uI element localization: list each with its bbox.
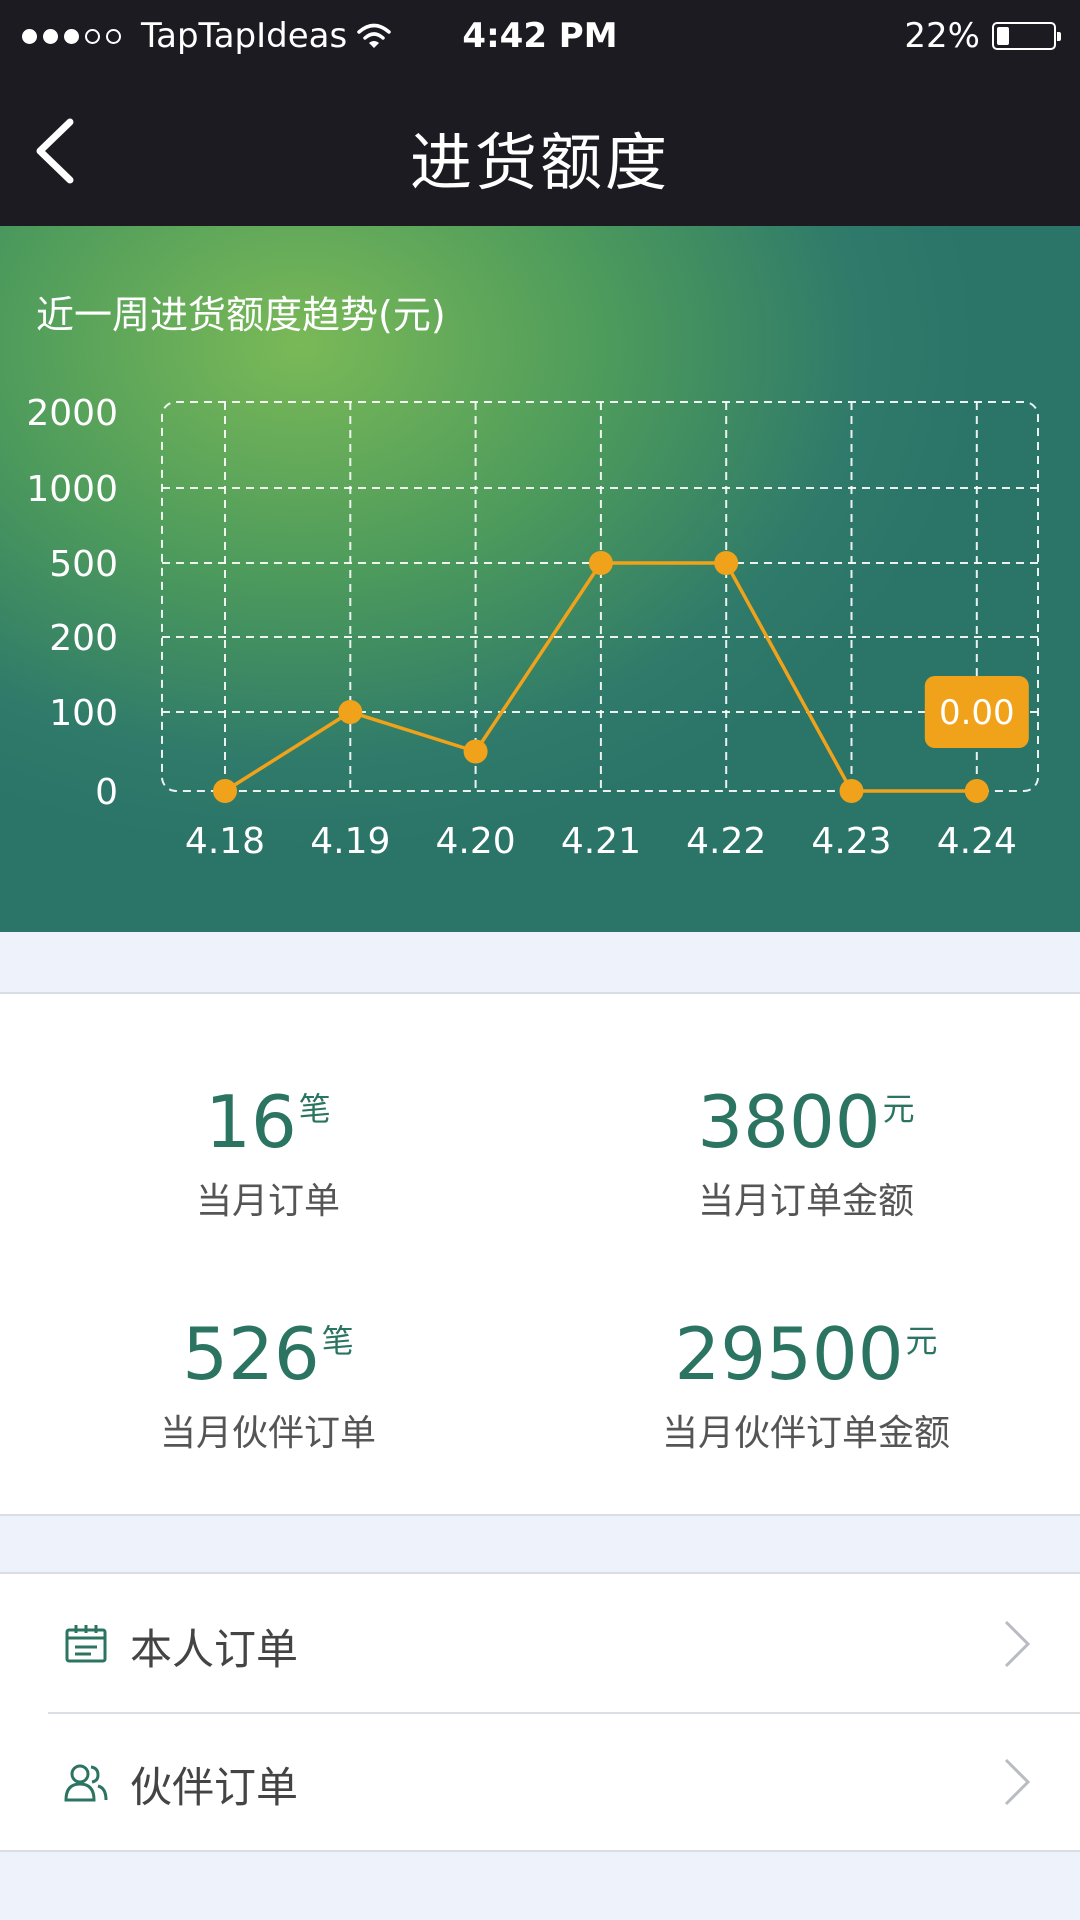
battery-icon [992,22,1061,50]
data-point [714,551,739,575]
chevron-right-icon [1004,1620,1031,1668]
menu-item-partner-orders[interactable]: 伙伴订单 [0,1712,1080,1850]
status-right: 22% [904,16,1061,56]
value-tooltip-text: 0.00 [939,693,1015,733]
stat-value: 16 [205,1080,297,1164]
users-icon [64,1764,108,1802]
y-tick-label: 1000 [26,469,118,510]
menu-item-label: 伙伴订单 [130,1763,299,1812]
chevron-right-icon [1004,1758,1031,1806]
x-tick-label: 4.23 [811,821,891,862]
stat-label: 当月订单 [195,1181,340,1222]
menu-item-label: 本人订单 [130,1625,299,1674]
y-tick-label: 500 [49,544,118,585]
stat-partner-orders: 526笔 当月伙伴订单 [0,1318,538,1456]
x-tick-label: 4.19 [310,821,390,862]
stat-label: 当月伙伴订单金额 [661,1413,950,1454]
nav-bar: 进货额度 [0,76,1080,226]
stat-monthly-amount: 3800元 当月订单金额 [536,1086,1076,1224]
y-tick-label: 100 [49,693,118,734]
section-gap [0,932,1080,994]
stat-label: 当月伙伴订单 [159,1413,376,1454]
menu-item-my-orders[interactable]: 本人订单 [0,1574,1080,1712]
y-tick-label: 2000 [26,393,118,434]
x-tick-label: 4.20 [436,821,516,862]
stat-value: 29500 [674,1312,904,1396]
stat-unit: 元 [882,1090,915,1128]
status-bar: TapTapIdeas 4:42 PM 22% [0,0,1080,76]
stat-unit: 元 [905,1322,938,1360]
data-point [213,779,237,803]
stat-monthly-orders: 16笔 当月订单 [0,1086,538,1224]
y-tick-label: 0 [95,772,118,813]
page-title: 进货额度 [409,126,670,199]
stat-value: 3800 [697,1080,881,1164]
stats-card: 16笔 当月订单 3800元 当月订单金额 526笔 当月伙伴订单 29500元… [0,994,1080,1516]
stat-label: 当月订单金额 [697,1181,914,1222]
data-point [338,700,363,724]
x-tick-label: 4.18 [185,821,265,862]
x-tick-label: 4.22 [686,821,766,862]
stat-unit: 笔 [298,1090,331,1128]
stat-value: 526 [182,1312,320,1396]
calendar-icon [65,1625,107,1663]
x-tick-label: 4.24 [937,821,1017,862]
stat-unit: 笔 [321,1322,354,1360]
data-point [964,779,989,803]
chart-panel: 近一周进货额度趋势(元) 0 100 200 500 1000 2000 4.18 4.19 4… [0,226,1080,932]
data-point [463,739,488,764]
line-chart: 0 100 200 500 1000 2000 4.18 4.19 4.20 4.21 4.22 4.… [26,393,1039,862]
stat-partner-amount: 29500元 当月伙伴订单金额 [536,1318,1076,1456]
data-point [839,779,864,803]
x-tick-label: 4.21 [561,821,641,862]
battery-percent: 22% [904,16,980,56]
order-menu: 本人订单 伙伴订单 [0,1574,1080,1852]
section-gap [0,1516,1080,1574]
y-tick-label: 200 [49,618,118,659]
data-point [588,551,613,575]
